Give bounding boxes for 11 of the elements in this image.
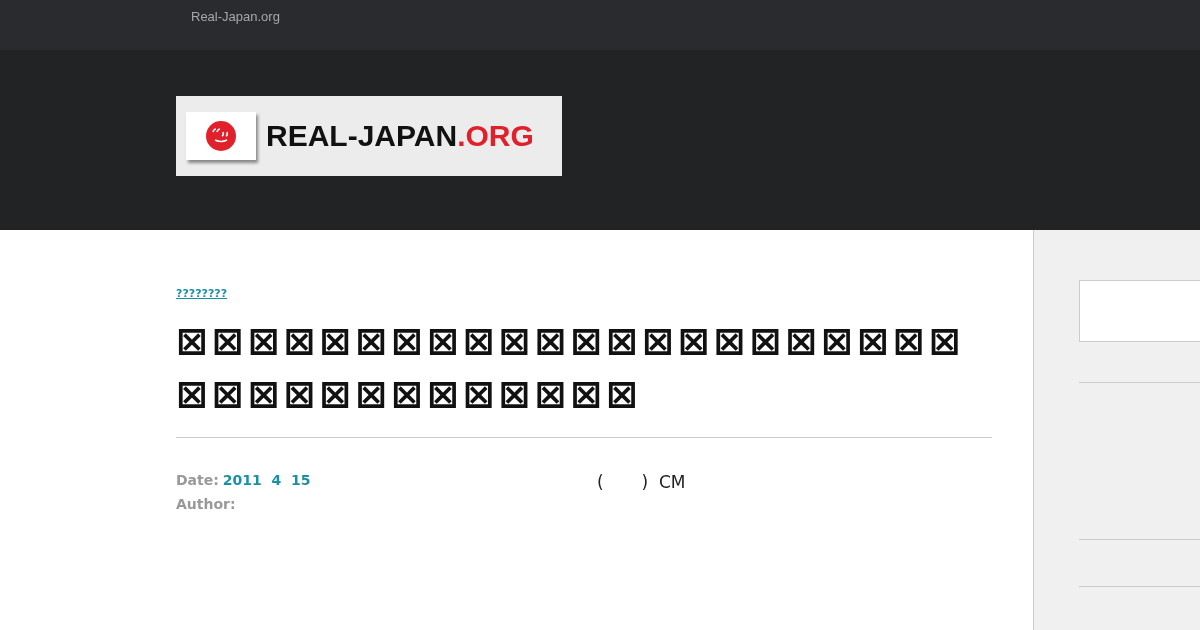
date-link[interactable]: 2011 4 15: [222, 472, 311, 488]
author-label: Author:: [176, 496, 236, 512]
site-link[interactable]: Real-Japan.org: [191, 9, 280, 25]
search-field[interactable]: [1079, 280, 1200, 342]
site-logo[interactable]: REAL-JAPAN.ORG: [176, 96, 562, 176]
date-label: Date:: [176, 472, 219, 488]
post-title: ⊠⊠⊠⊠⊠⊠⊠⊠⊠⊠⊠⊠⊠⊠⊠⊠⊠⊠⊠⊠⊠⊠⊠⊠⊠⊠⊠⊠⊠⊠⊠⊠⊠⊠⊠: [176, 318, 966, 418]
post-text: ( ) CM: [597, 472, 686, 492]
logo-text: REAL-JAPAN.ORG: [266, 119, 534, 153]
speech-face-icon: [206, 121, 236, 151]
category-link[interactable]: ????????: [176, 287, 228, 301]
